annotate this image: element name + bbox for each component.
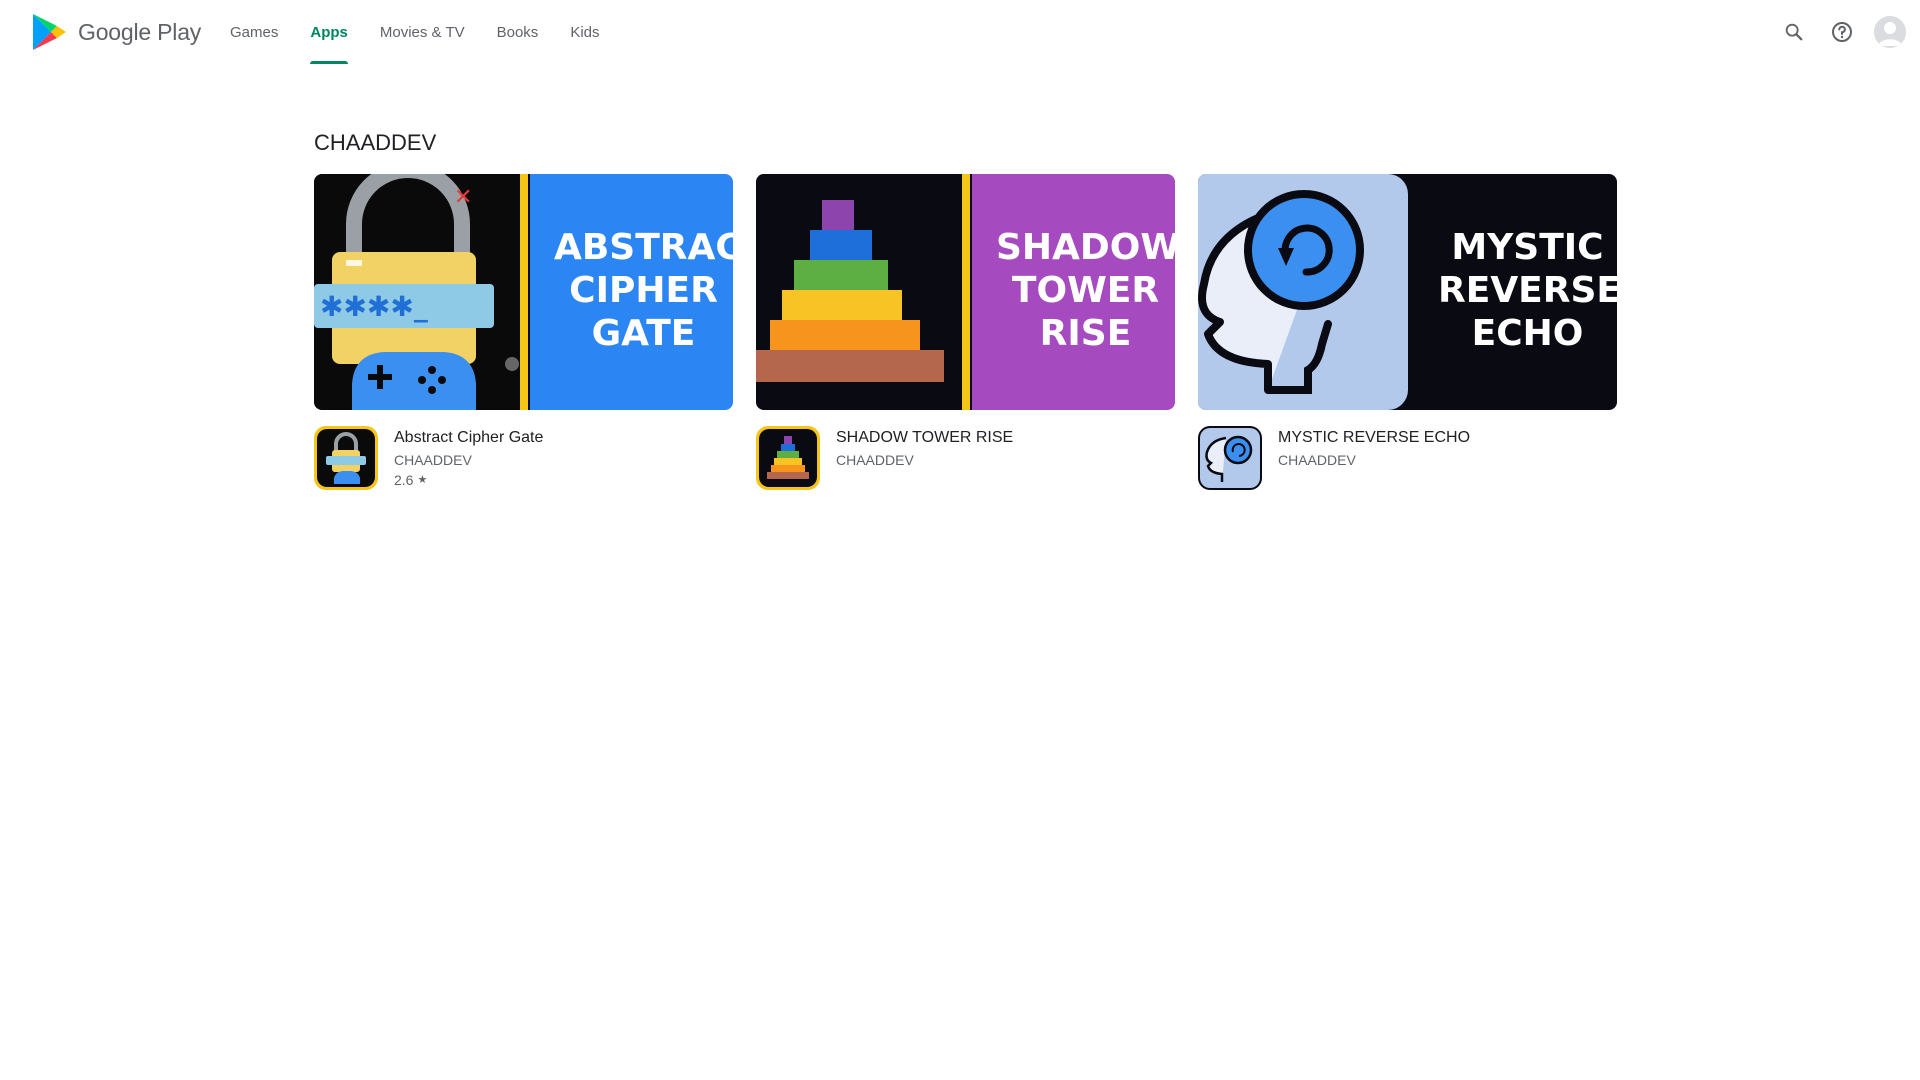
tab-movies-tv[interactable]: Movies & TV (364, 0, 481, 64)
app-info: SHADOW TOWER RISE CHAADDEV (756, 426, 1175, 490)
banner-title: SHADOW TOWER RISE (996, 226, 1175, 355)
app-title[interactable]: SHADOW TOWER RISE (836, 426, 1013, 450)
app-developer[interactable]: CHAADDEV (394, 450, 543, 470)
tab-books[interactable]: Books (481, 0, 555, 64)
app-developer[interactable]: CHAADDEV (836, 450, 1013, 470)
app-icon[interactable] (756, 426, 820, 490)
main-nav: Games Apps Movies & TV Books Kids (214, 0, 616, 64)
help-icon (1832, 22, 1852, 42)
banner-line: ABSTRACT (554, 227, 733, 268)
banner-line: REVERSE (1438, 270, 1617, 311)
banner-line: RISE (1039, 313, 1132, 354)
app-banner[interactable]: SHADOW TOWER RISE (756, 174, 1175, 410)
app-info: MYSTIC REVERSE ECHO CHAADDEV (1198, 426, 1617, 490)
banner-line: MYSTIC (1451, 227, 1604, 268)
banner-line: TOWER (1011, 270, 1160, 311)
developer-title: CHAADDEV (314, 130, 437, 155)
banner-line: ECHO (1471, 313, 1584, 354)
app-info: Abstract Cipher Gate CHAADDEV 2.6 ★ (314, 426, 733, 490)
shadow-tower-app-icon (756, 426, 820, 490)
app-rating: 2.6 ★ (394, 470, 543, 490)
header-actions (1766, 12, 1906, 52)
rating-value: 2.6 (394, 472, 414, 488)
banner-title: ABSTRACT CIPHER GATE (554, 226, 733, 355)
cipher-gate-app-icon (314, 426, 378, 490)
app-meta: MYSTIC REVERSE ECHO CHAADDEV (1278, 426, 1470, 490)
banner-title: MYSTIC REVERSE ECHO (1438, 226, 1617, 355)
svg-text:✱✱✱✱_: ✱✱✱✱_ (320, 290, 428, 323)
google-play-logo[interactable]: Google Play (30, 12, 201, 52)
app-meta: SHADOW TOWER RISE CHAADDEV (836, 426, 1013, 490)
app-title[interactable]: Abstract Cipher Gate (394, 426, 543, 450)
app-developer[interactable]: CHAADDEV (1278, 450, 1470, 470)
app-card[interactable]: SHADOW TOWER RISE SHADOW TOWER RISE CHAA… (756, 174, 1175, 490)
account-icon (1874, 16, 1906, 48)
svg-text:✕: ✕ (454, 185, 472, 210)
top-app-bar: Google Play Games Apps Movies & TV Books… (0, 0, 1920, 64)
app-title[interactable]: MYSTIC REVERSE ECHO (1278, 426, 1470, 450)
search-button[interactable] (1774, 12, 1814, 52)
app-card-list: ✱✱✱✱_ ✕ ABSTRACT CIPHER GATE (314, 174, 1624, 490)
banner-line: SHADOW (996, 227, 1175, 268)
developer-page: CHAADDEV ✱✱✱✱_ ✕ ABSTRAC CIPHER GATE Abs… (314, 128, 1624, 490)
search-icon (1785, 23, 1803, 41)
app-banner[interactable]: MYSTIC REVERSE ECHO (1198, 174, 1617, 410)
play-triangle-icon (33, 14, 66, 50)
app-icon[interactable] (314, 426, 378, 490)
brand-name: Google Play (78, 18, 202, 45)
banner-line: CIPHER (569, 270, 718, 311)
banner-line: GATE (591, 313, 696, 354)
app-card[interactable]: MYSTIC REVERSE ECHO MYSTIC REVERSE ECHO … (1198, 174, 1617, 490)
app-card[interactable]: ✱✱✱✱_ ✕ ABSTRACT CIPHER GATE (314, 174, 733, 490)
help-button[interactable] (1822, 12, 1862, 52)
mystic-echo-app-icon (1198, 426, 1262, 490)
tab-apps[interactable]: Apps (294, 0, 364, 64)
star-icon: ★ (417, 474, 428, 486)
app-meta: Abstract Cipher Gate CHAADDEV 2.6 ★ (394, 426, 543, 490)
app-icon[interactable] (1198, 426, 1262, 490)
tab-games[interactable]: Games (214, 0, 294, 64)
app-banner[interactable]: ✱✱✱✱_ ✕ ABSTRACT CIPHER GATE (314, 174, 733, 410)
account-avatar[interactable] (1874, 16, 1906, 48)
tab-kids[interactable]: Kids (554, 0, 615, 64)
